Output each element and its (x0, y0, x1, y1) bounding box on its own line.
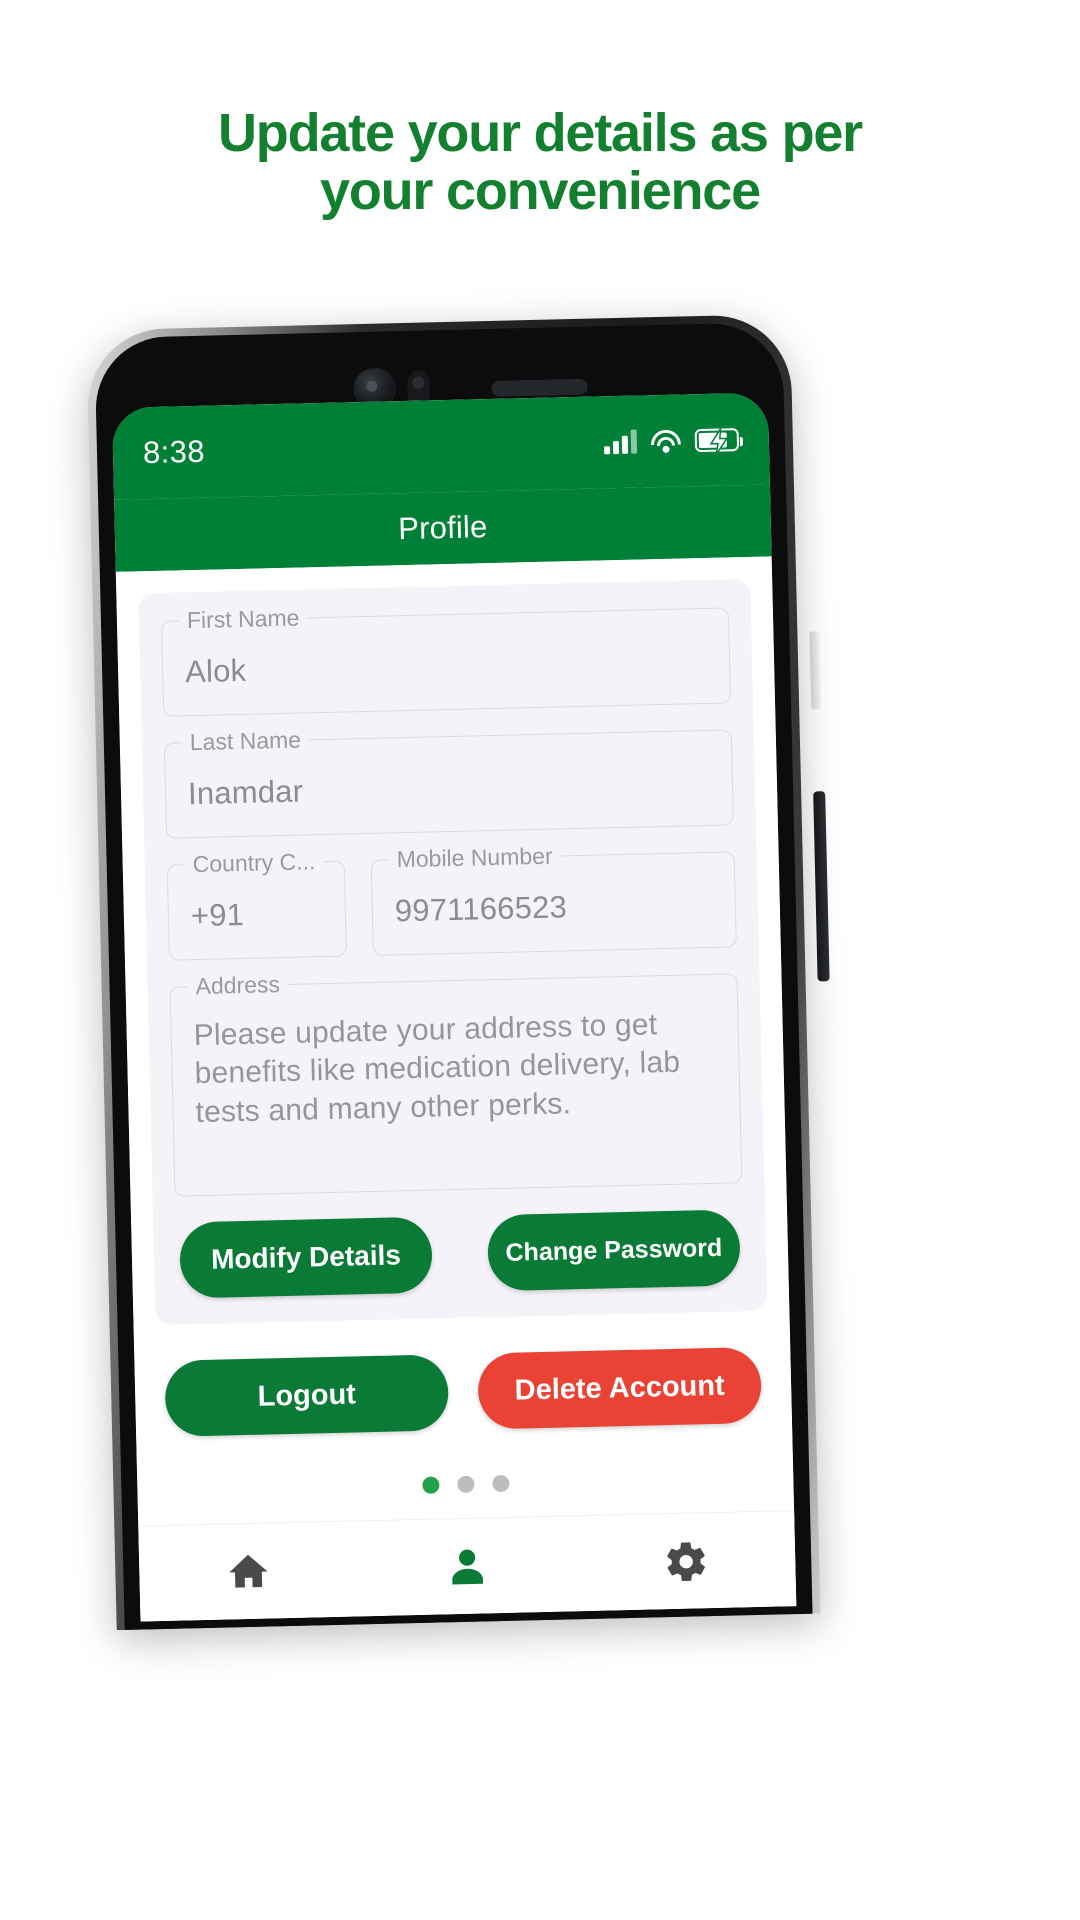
country-code-label: Country C... (184, 848, 324, 879)
bottom-navigation (138, 1510, 797, 1622)
phone-mockup: 8:38 Profile First Name Alok Last Name I… (86, 313, 836, 1631)
country-code-field[interactable]: Country C... +91 (166, 848, 347, 961)
promo-headline: Update your details as per your convenie… (0, 104, 1080, 221)
earpiece-speaker-icon (491, 378, 588, 397)
nav-item-profile[interactable] (357, 1541, 577, 1592)
mobile-number-label: Mobile Number (388, 842, 561, 874)
profile-form-card: First Name Alok Last Name Inamdar Countr… (138, 578, 768, 1326)
page-dot-2[interactable] (456, 1475, 475, 1494)
country-code-value: +91 (190, 896, 245, 934)
page-dot-3[interactable] (491, 1474, 510, 1493)
form-action-row: Modify Details Change Password (175, 1209, 745, 1299)
phone-row: Country C... +91 Mobile Number 997116652… (166, 842, 737, 961)
mobile-number-value: 9971166523 (394, 889, 568, 929)
first-name-label: First Name (178, 604, 308, 635)
page-dot-1[interactable] (421, 1476, 440, 1494)
gear-icon (662, 1538, 709, 1585)
address-placeholder: Please update your address to get benefi… (193, 1008, 681, 1129)
address-field[interactable]: Address Please update your address to ge… (169, 970, 743, 1197)
nav-item-home[interactable] (139, 1546, 359, 1597)
address-label: Address (187, 970, 289, 1001)
logout-button[interactable]: Logout (164, 1354, 450, 1437)
person-icon (444, 1543, 491, 1590)
power-button[interactable] (813, 791, 830, 982)
status-bar-clock: 8:38 (142, 433, 206, 471)
promo-headline-line2: your convenience (320, 161, 761, 222)
modify-details-button[interactable]: Modify Details (179, 1216, 433, 1299)
volume-button[interactable] (809, 631, 822, 710)
account-action-row: Logout Delete Account (156, 1346, 770, 1437)
first-name-field[interactable]: First Name Alok (160, 604, 732, 717)
last-name-label: Last Name (181, 726, 310, 757)
nav-item-settings[interactable] (576, 1536, 796, 1587)
phone-screen: 8:38 Profile First Name Alok Last Name I… (111, 392, 797, 1622)
page-indicator (159, 1469, 771, 1500)
page-title: Profile (397, 509, 488, 547)
address-input[interactable]: Please update your address to get benefi… (169, 973, 743, 1197)
mobile-number-field[interactable]: Mobile Number 9971166523 (370, 842, 737, 956)
battery-charging-icon (694, 427, 740, 455)
signal-bars-icon (603, 429, 638, 455)
wifi-icon (650, 429, 682, 453)
home-icon (225, 1548, 272, 1595)
last-name-value: Inamdar (187, 773, 304, 812)
promo-headline-line1: Update your details as per (217, 103, 863, 163)
profile-screen: First Name Alok Last Name Inamdar Countr… (115, 556, 797, 1622)
status-bar: 8:38 (111, 392, 770, 500)
status-bar-icons (603, 427, 740, 455)
last-name-field[interactable]: Last Name Inamdar (163, 726, 734, 839)
delete-account-button[interactable]: Delete Account (477, 1346, 763, 1430)
change-password-button[interactable]: Change Password (487, 1209, 741, 1292)
first-name-value: Alok (184, 652, 247, 690)
